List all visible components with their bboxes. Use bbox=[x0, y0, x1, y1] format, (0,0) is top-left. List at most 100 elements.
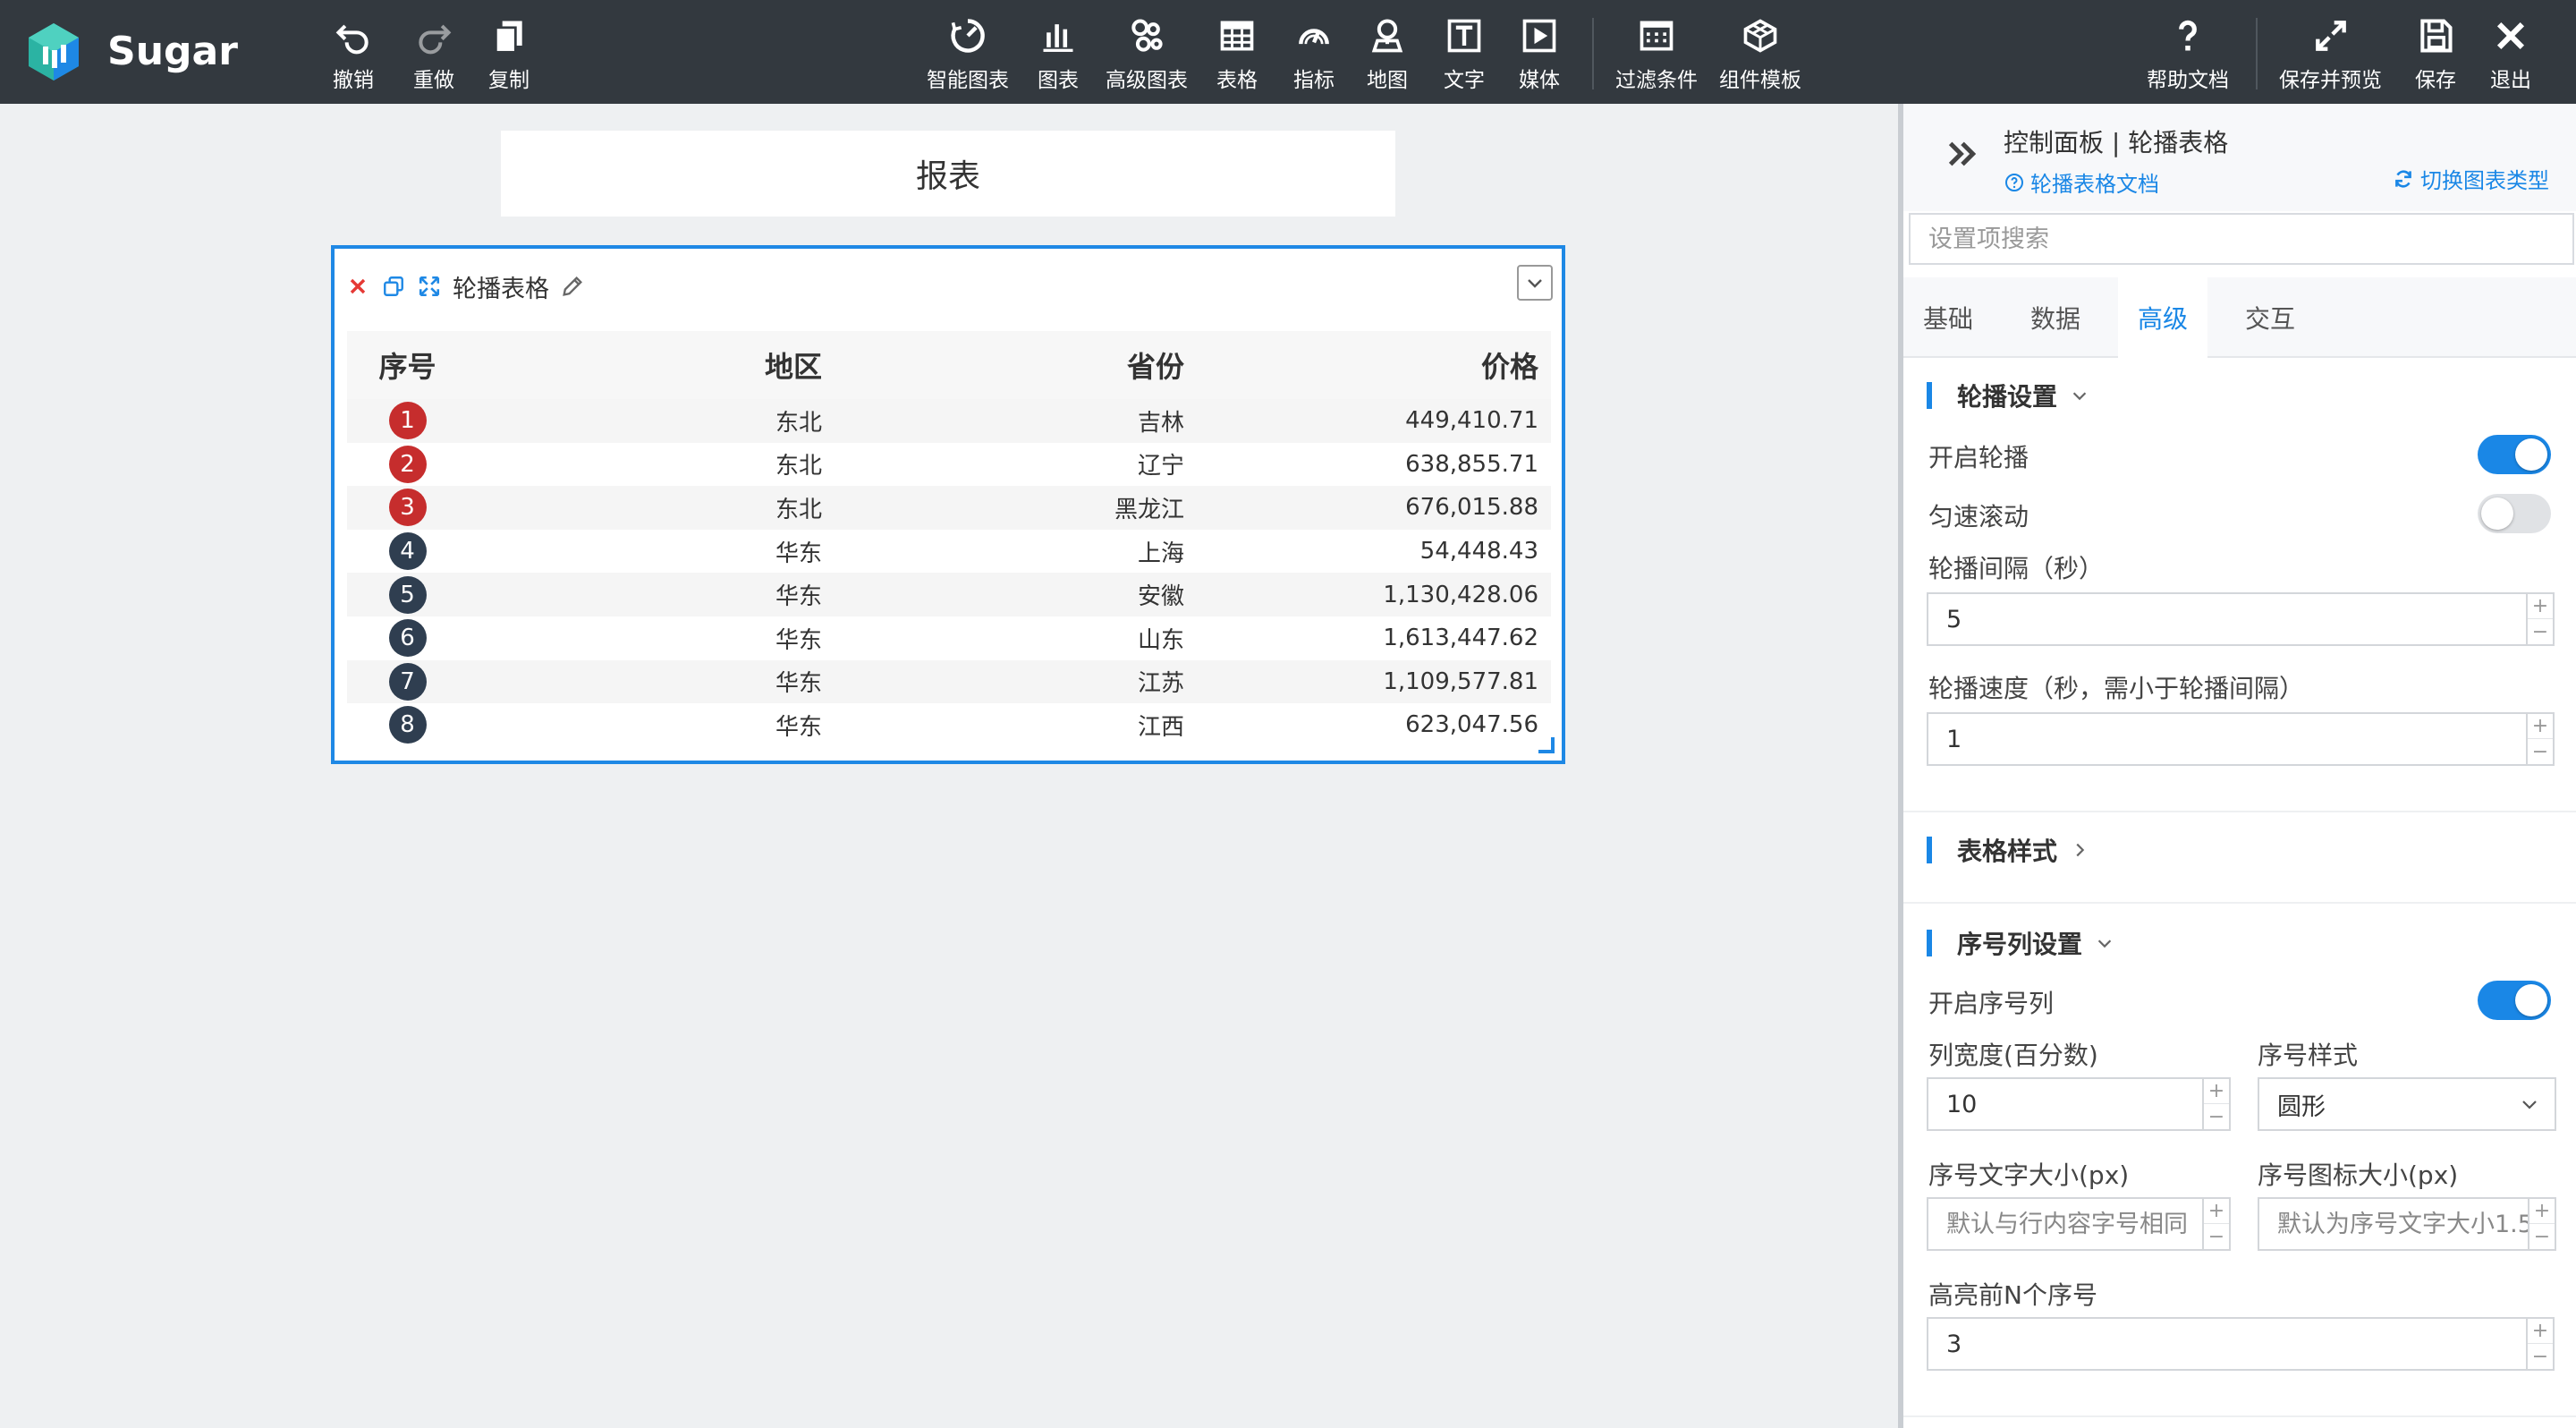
increment-button[interactable]: + bbox=[2528, 714, 2553, 739]
text-button[interactable]: 文字 bbox=[1444, 16, 1485, 93]
table-button[interactable]: 表格 bbox=[1216, 16, 1258, 93]
highlight-top-n-field[interactable] bbox=[1928, 1319, 2528, 1369]
settings-search-input[interactable] bbox=[1909, 213, 2574, 265]
chevron-right-icon bbox=[2076, 843, 2085, 857]
index-font-size-input[interactable]: +− bbox=[1927, 1197, 2231, 1251]
tab-basic[interactable]: 基础 bbox=[1903, 277, 1993, 358]
index-style-value: 圆形 bbox=[2277, 1092, 2326, 1121]
index-icon-size-field[interactable] bbox=[2259, 1199, 2528, 1249]
table-icon bbox=[1220, 21, 1254, 51]
widget-dropdown-button[interactable] bbox=[1517, 265, 1553, 301]
uniform-scroll-toggle[interactable] bbox=[2478, 494, 2551, 533]
table-row: 4 华东 上海 54,448.43 bbox=[347, 529, 1551, 574]
region-cell: 华东 bbox=[775, 713, 822, 741]
section-carousel-title: 轮播设置 bbox=[1957, 382, 2058, 412]
increment-button[interactable]: + bbox=[2528, 1319, 2553, 1344]
section-index-column[interactable]: 序号列设置 bbox=[1927, 925, 2114, 961]
chart-button[interactable]: 图表 bbox=[1038, 16, 1079, 93]
increment-button[interactable]: + bbox=[2204, 1079, 2229, 1104]
resize-handle[interactable] bbox=[1538, 737, 1555, 753]
advanced-chart-button[interactable]: 高级图表 bbox=[1106, 16, 1188, 93]
decrement-button[interactable]: − bbox=[2528, 1344, 2553, 1369]
section-marker bbox=[1927, 837, 1932, 863]
template-button[interactable]: 组件模板 bbox=[1719, 16, 1801, 93]
province-cell: 山东 bbox=[1137, 626, 1184, 654]
column-width-input[interactable]: +− bbox=[1927, 1077, 2231, 1131]
brand-name: Sugar bbox=[107, 29, 238, 74]
duplicate-widget-button[interactable] bbox=[381, 274, 406, 299]
switch-chart-type-link[interactable]: 切换图表类型 bbox=[2392, 163, 2549, 194]
section-table-style[interactable]: 表格样式 bbox=[1927, 832, 2089, 868]
undo-icon bbox=[335, 24, 369, 55]
help-doc-button[interactable]: 帮助文档 bbox=[2147, 16, 2229, 93]
report-title-card[interactable]: 报表 bbox=[501, 131, 1395, 217]
map-button[interactable]: 地图 bbox=[1367, 16, 1408, 93]
increment-button[interactable]: + bbox=[2529, 1199, 2555, 1224]
fullscreen-widget-button[interactable] bbox=[417, 274, 442, 299]
column-width-field[interactable] bbox=[1928, 1079, 2202, 1129]
tab-interaction[interactable]: 交互 bbox=[2225, 277, 2315, 358]
edit-title-button[interactable] bbox=[560, 274, 585, 299]
save-preview-button[interactable]: 保存并预览 bbox=[2279, 16, 2382, 93]
increment-button[interactable]: + bbox=[2204, 1199, 2229, 1224]
smart-chart-button[interactable]: 智能图表 bbox=[927, 16, 1009, 93]
carousel-interval-input[interactable]: +− bbox=[1927, 592, 2555, 646]
index-cell: 2 bbox=[347, 445, 468, 483]
index-font-size-field[interactable] bbox=[1928, 1199, 2202, 1249]
carousel-table-widget[interactable]: 轮播表格 序号 地区 省份 价格 1 东北 吉林 449,410.71 2 东北 辽宁 638… bbox=[331, 245, 1565, 764]
pencil-icon bbox=[563, 276, 582, 296]
filter-icon bbox=[1640, 21, 1674, 51]
carousel-speed-label: 轮播速度（秒，需小于轮播间隔） bbox=[1928, 674, 2305, 703]
gauge-icon bbox=[1299, 29, 1329, 45]
decrement-button[interactable]: − bbox=[2529, 1224, 2555, 1249]
index-font-size-label: 序号文字大小(px) bbox=[1928, 1160, 2130, 1190]
price-cell: 1,613,447.62 bbox=[1383, 625, 1538, 652]
copy-label: 复制 bbox=[488, 69, 530, 92]
copy-icon bbox=[384, 276, 403, 296]
media-button[interactable]: 媒体 bbox=[1519, 16, 1560, 93]
index-style-select[interactable]: 圆形 bbox=[2258, 1077, 2556, 1131]
panel-tabs: 基础 数据 高级 交互 bbox=[1903, 277, 2576, 358]
enable-carousel-toggle[interactable] bbox=[2478, 435, 2551, 474]
region-cell: 东北 bbox=[775, 496, 822, 523]
save-button[interactable]: 保存 bbox=[2415, 16, 2456, 93]
increment-button[interactable]: + bbox=[2528, 594, 2553, 619]
table-header: 序号 地区 省份 价格 bbox=[347, 331, 1551, 399]
redo-button[interactable]: 重做 bbox=[413, 16, 454, 93]
enable-index-toggle[interactable] bbox=[2478, 981, 2551, 1020]
expand-arrows-icon bbox=[419, 276, 440, 297]
tab-advanced[interactable]: 高级 bbox=[2118, 277, 2207, 358]
section-divider bbox=[1903, 811, 2576, 812]
carousel-interval-field[interactable] bbox=[1928, 594, 2528, 644]
question-circle-icon bbox=[2005, 173, 2023, 191]
panel-header: 控制面板 | 轮播表格 轮播表格文档 切换图表类型 bbox=[1903, 104, 2576, 211]
redo-icon bbox=[419, 24, 452, 55]
section-marker bbox=[1927, 930, 1932, 956]
metric-button[interactable]: 指标 bbox=[1293, 16, 1335, 93]
smart-chart-icon bbox=[951, 19, 985, 53]
uniform-scroll-label: 匀速滚动 bbox=[1928, 502, 2029, 531]
carousel-speed-field[interactable] bbox=[1928, 714, 2528, 764]
template-icon bbox=[1743, 19, 1777, 53]
exit-button[interactable]: 退出 bbox=[2490, 16, 2531, 93]
undo-button[interactable]: 撤销 bbox=[333, 16, 374, 93]
region-cell: 华东 bbox=[775, 670, 822, 698]
decrement-button[interactable]: − bbox=[2204, 1224, 2229, 1249]
filter-button[interactable]: 过滤条件 bbox=[1615, 16, 1698, 93]
chevron-down-icon bbox=[2097, 939, 2112, 948]
copy-button[interactable]: 复制 bbox=[488, 16, 530, 93]
collapse-panel-button[interactable] bbox=[1945, 136, 1980, 175]
decrement-button[interactable]: − bbox=[2204, 1104, 2229, 1129]
carousel-speed-input[interactable]: +− bbox=[1927, 712, 2555, 766]
toggle-knob bbox=[2515, 438, 2547, 471]
section-carousel-settings[interactable]: 轮播设置 bbox=[1927, 378, 2089, 413]
decrement-button[interactable]: − bbox=[2528, 619, 2553, 644]
decrement-button[interactable]: − bbox=[2528, 739, 2553, 764]
highlight-top-n-input[interactable]: +− bbox=[1927, 1317, 2555, 1371]
help-icon bbox=[2179, 20, 2197, 51]
column-header-index: 序号 bbox=[378, 350, 436, 384]
index-icon-size-input[interactable]: +− bbox=[2258, 1197, 2556, 1251]
doc-link[interactable]: 轮播表格文档 bbox=[2004, 166, 2159, 198]
tab-data[interactable]: 数据 bbox=[2011, 277, 2100, 358]
delete-widget-button[interactable] bbox=[345, 274, 370, 299]
